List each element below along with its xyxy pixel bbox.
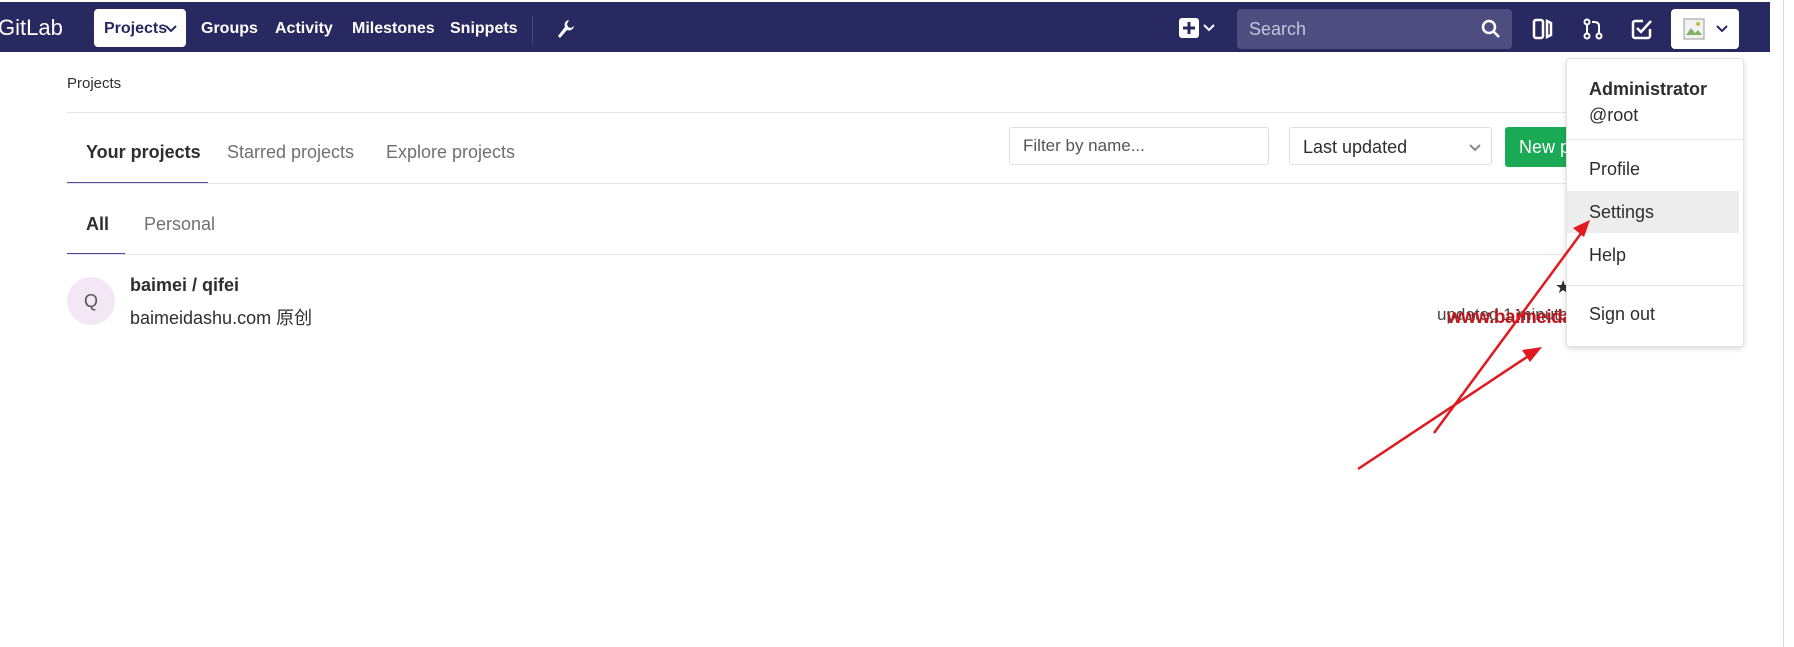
tab-explore-projects[interactable]: Explore projects — [386, 142, 515, 163]
dropdown-item-help[interactable]: Help — [1567, 234, 1739, 276]
sort-selected-label: Last updated — [1303, 137, 1408, 157]
dropdown-divider — [1567, 285, 1743, 286]
dropdown-settings-label: Settings — [1589, 202, 1655, 222]
nav-activity[interactable]: Activity — [275, 20, 333, 38]
top-navbar: GitLab Projects Groups Activity Mileston… — [0, 2, 1770, 52]
dropdown-item-settings[interactable]: Settings — [1567, 191, 1739, 233]
gitlab-logo[interactable]: GitLab — [0, 15, 63, 41]
chevron-down-icon — [1716, 25, 1728, 33]
subtab-all[interactable]: All — [86, 214, 109, 235]
project-avatar[interactable]: Q — [67, 277, 115, 325]
merge-request-icon[interactable] — [1582, 17, 1604, 41]
tab-your-projects[interactable]: Your projects — [86, 142, 201, 163]
search-box — [1237, 9, 1512, 49]
filter-by-name-input[interactable] — [1009, 127, 1269, 165]
nav-divider — [532, 16, 533, 44]
issues-board-icon[interactable] — [1532, 17, 1554, 41]
chevron-down-icon[interactable] — [1202, 20, 1216, 36]
user-dropdown-menu: Administrator @root Profile Settings Hel… — [1566, 58, 1744, 347]
new-project-button[interactable]: New project — [1505, 127, 1575, 167]
page-scrollbar-edge — [1783, 0, 1784, 647]
subtabs-divider — [67, 254, 1567, 255]
projects-nav-label: Projects — [104, 20, 168, 37]
user-menu-button[interactable] — [1671, 9, 1739, 49]
dropdown-item-profile[interactable]: Profile — [1567, 148, 1739, 190]
dropdown-username: @root — [1589, 105, 1639, 125]
dropdown-help-label: Help — [1589, 245, 1627, 265]
dropdown-divider — [1567, 139, 1743, 140]
annotation-arrow — [1357, 220, 1590, 471]
broken-image-icon — [1683, 18, 1705, 40]
dropdown-sign-out-label: Sign out — [1589, 304, 1656, 324]
sort-dropdown[interactable]: Last updated — [1289, 127, 1492, 165]
breadcrumb-divider — [67, 112, 1567, 113]
subtab-personal[interactable]: Personal — [144, 214, 215, 235]
breadcrumb[interactable]: Projects — [67, 75, 121, 92]
project-description: baimeidashu.com 原创 — [130, 308, 313, 328]
wrench-icon[interactable] — [553, 17, 577, 41]
dropdown-profile-label: Profile — [1589, 159, 1641, 179]
dropdown-item-sign-out[interactable]: Sign out — [1567, 293, 1739, 335]
search-icon[interactable] — [1481, 19, 1501, 39]
plus-square-icon[interactable] — [1178, 17, 1200, 39]
todo-check-icon[interactable] — [1630, 17, 1654, 41]
nav-milestones[interactable]: Milestones — [352, 20, 435, 38]
nav-groups[interactable]: Groups — [201, 20, 258, 38]
chevron-down-icon — [165, 25, 177, 33]
chevron-down-icon — [1469, 144, 1481, 152]
project-name-link[interactable]: baimei / qifei — [130, 275, 239, 296]
search-input[interactable] — [1237, 9, 1481, 49]
nav-snippets[interactable]: Snippets — [450, 20, 518, 38]
dropdown-user-name: Administrator — [1589, 79, 1708, 99]
tab-starred-projects[interactable]: Starred projects — [227, 142, 354, 163]
tabs-divider — [67, 183, 1567, 184]
projects-dropdown-button[interactable]: Projects — [94, 9, 186, 47]
